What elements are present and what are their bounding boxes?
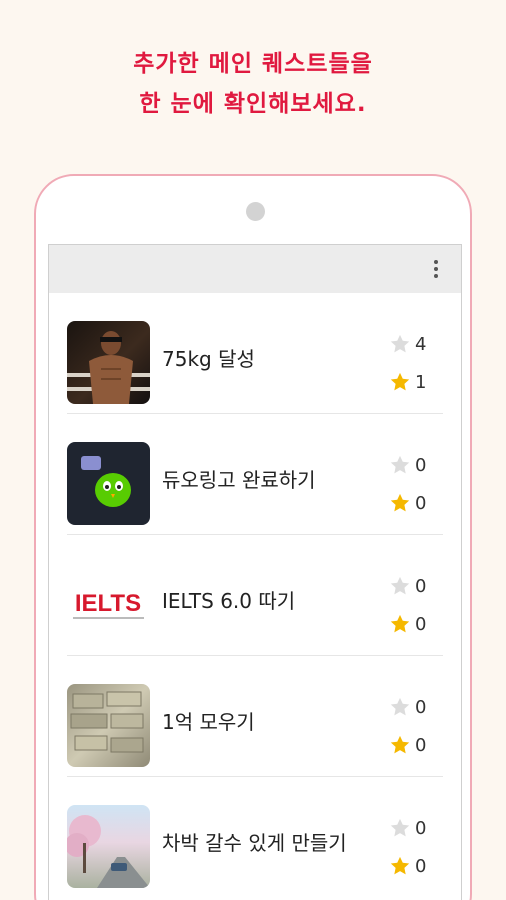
star-filled-icon bbox=[390, 735, 410, 754]
filled-star-count: 0 bbox=[415, 613, 427, 635]
quest-list: 75kg 달성 4 1 듀오링고 완료하기 0 0 IELTS IELTS 6.… bbox=[49, 293, 461, 898]
quest-title: IELTS 6.0 따기 bbox=[162, 589, 296, 613]
star-outline-icon bbox=[390, 818, 410, 837]
empty-star-stat: 0 bbox=[389, 454, 426, 476]
empty-star-count: 0 bbox=[415, 454, 427, 476]
empty-star-stat: 4 bbox=[389, 333, 426, 355]
star-outline-icon bbox=[390, 334, 410, 353]
quest-thumbnail bbox=[67, 805, 150, 888]
app-bar bbox=[49, 245, 461, 293]
quest-title: 차박 갈수 있게 만들기 bbox=[162, 831, 347, 855]
quest-thumbnail bbox=[67, 442, 150, 525]
phone-frame: 75kg 달성 4 1 듀오링고 완료하기 0 0 IELTS IELTS 6.… bbox=[34, 174, 472, 900]
app-screen: 75kg 달성 4 1 듀오링고 완료하기 0 0 IELTS IELTS 6.… bbox=[48, 244, 462, 900]
star-filled-icon bbox=[390, 372, 410, 391]
filled-star-count: 1 bbox=[415, 371, 427, 393]
filled-star-stat: 0 bbox=[389, 734, 426, 756]
headline-line-1: 추가한 메인 퀘스트들을 bbox=[133, 51, 373, 77]
empty-star-stat: 0 bbox=[389, 575, 426, 597]
quest-row[interactable]: 1억 모우기 0 0 bbox=[67, 656, 443, 777]
quest-row[interactable]: 75kg 달성 4 1 bbox=[67, 293, 443, 414]
quest-title: 75kg 달성 bbox=[162, 347, 255, 371]
filled-star-stat: 1 bbox=[389, 371, 426, 393]
quest-row[interactable]: IELTS IELTS 6.0 따기 0 0 bbox=[67, 535, 443, 656]
empty-star-count: 0 bbox=[415, 575, 427, 597]
star-outline-icon bbox=[390, 455, 410, 474]
filled-star-count: 0 bbox=[415, 734, 427, 756]
filled-star-stat: 0 bbox=[389, 613, 426, 635]
quest-thumbnail: IELTS bbox=[67, 563, 150, 646]
star-filled-icon bbox=[390, 614, 410, 633]
star-outline-icon bbox=[390, 697, 410, 716]
star-filled-icon bbox=[390, 493, 410, 512]
empty-star-count: 4 bbox=[415, 333, 427, 355]
empty-star-count: 0 bbox=[415, 696, 427, 718]
quest-thumbnail bbox=[67, 321, 150, 404]
quest-row[interactable]: 듀오링고 완료하기 0 0 bbox=[67, 414, 443, 535]
filled-star-stat: 0 bbox=[389, 492, 426, 514]
quest-row[interactable]: 차박 갈수 있게 만들기 0 0 bbox=[67, 777, 443, 898]
star-filled-icon bbox=[390, 856, 410, 875]
empty-star-stat: 0 bbox=[389, 696, 426, 718]
quest-title: 듀오링고 완료하기 bbox=[162, 468, 316, 492]
empty-star-stat: 0 bbox=[389, 817, 426, 839]
promo-headline: 추가한 메인 퀘스트들을 한 눈에 확인해보세요. bbox=[0, 44, 506, 124]
quest-title: 1억 모우기 bbox=[162, 710, 255, 734]
filled-star-stat: 0 bbox=[389, 855, 426, 877]
ielts-logo: IELTS bbox=[75, 590, 141, 617]
filled-star-count: 0 bbox=[415, 855, 427, 877]
filled-star-count: 0 bbox=[415, 492, 427, 514]
empty-star-count: 0 bbox=[415, 817, 427, 839]
quest-thumbnail bbox=[67, 684, 150, 767]
star-outline-icon bbox=[390, 576, 410, 595]
headline-line-2: 한 눈에 확인해보세요. bbox=[139, 91, 367, 117]
camera-dot bbox=[246, 202, 265, 221]
more-vert-icon[interactable] bbox=[433, 257, 439, 281]
